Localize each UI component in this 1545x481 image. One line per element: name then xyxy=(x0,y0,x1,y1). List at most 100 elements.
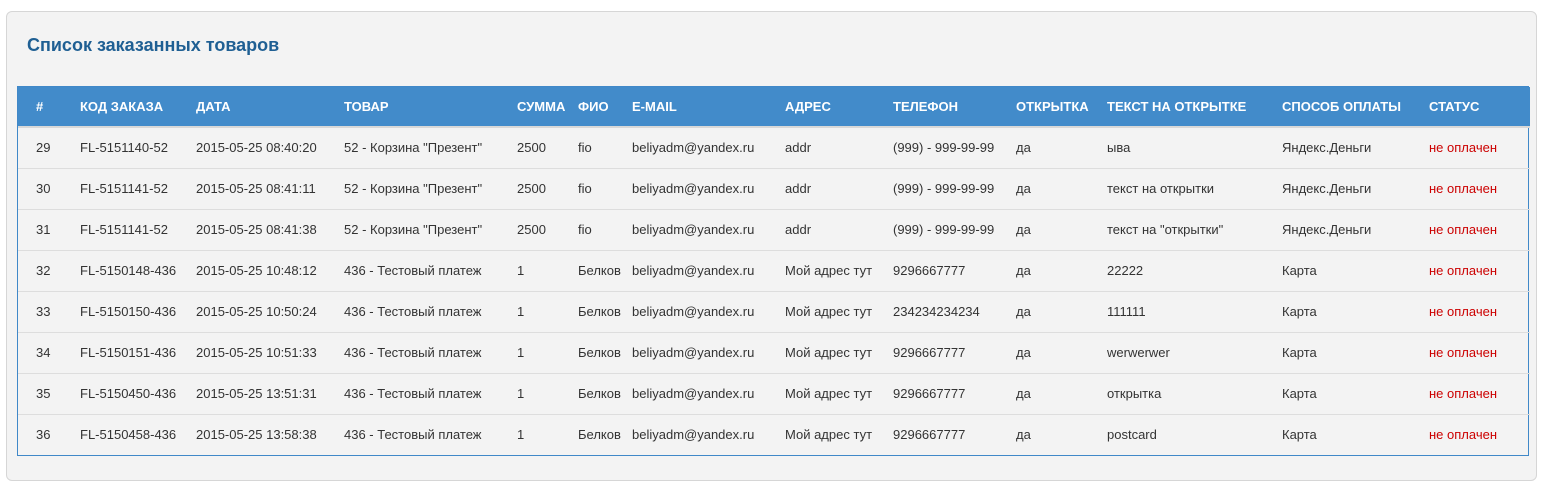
customer-email: beliyadm@yandex.ru xyxy=(632,167,785,209)
customer-address: Мой адрес тут xyxy=(785,413,893,455)
order-product: 52 - Корзина "Презент" xyxy=(344,140,483,156)
order-product: 436 - Тестовый платеж xyxy=(344,372,517,414)
payment-method: Карта xyxy=(1282,413,1429,455)
postcard-text: текст на "открытки" xyxy=(1107,208,1282,250)
status-badge: не оплачен xyxy=(1429,249,1530,291)
order-sum: 1 xyxy=(517,372,578,414)
order-date: 2015-05-25 13:51:31 xyxy=(196,372,344,414)
status-badge: не оплачен xyxy=(1429,208,1530,250)
order-date: 2015-05-25 08:41:11 xyxy=(196,167,344,209)
payment-method: Карта xyxy=(1282,249,1429,291)
table-row: 31 FL-5151141-52 2015-05-25 08:41:38 52 - К… xyxy=(18,208,1530,250)
order-code: FL-5151141-52 xyxy=(80,167,196,209)
order-product: 436 - Тестовый платеж xyxy=(344,249,517,291)
customer-phone: (999) - 999-99-99 xyxy=(893,140,995,156)
status-badge: не оплачен xyxy=(1429,290,1530,332)
customer-address: addr xyxy=(785,208,893,250)
order-date: 2015-05-25 08:41:38 xyxy=(196,208,344,250)
column-header-postcard-text: ТЕКСТ НА ОТКРЫТКЕ xyxy=(1107,87,1282,128)
order-code: FL-5150148-436 xyxy=(80,249,196,291)
order-code: FL-5151140-52 xyxy=(80,140,168,156)
customer-phone: 234234234234 xyxy=(893,290,1016,332)
customer-name: Белков xyxy=(578,372,632,414)
payment-method: Яндекс.Деньги xyxy=(1282,208,1429,250)
column-header-product: ТОВАР xyxy=(344,87,517,128)
postcard-text: 111111 xyxy=(1107,290,1282,332)
postcard-flag: да xyxy=(1016,140,1031,156)
order-number: 31 xyxy=(18,208,80,250)
order-sum: 1 xyxy=(517,290,578,332)
table-row: 35 FL-5150450-436 2015-05-25 13:51:31 436 -… xyxy=(18,372,1530,414)
column-header-sum: СУММА xyxy=(517,87,578,128)
order-number: 30 xyxy=(18,167,80,209)
table-row: 33 FL-5150150-436 2015-05-25 10:50:24 436 -… xyxy=(18,290,1530,332)
postcard-text: postcard xyxy=(1107,413,1282,455)
column-header-postcard: ОТКРЫТКА xyxy=(1016,87,1107,128)
order-date: 2015-05-25 10:48:12 xyxy=(196,249,344,291)
order-code: FL-5150150-436 xyxy=(80,290,196,332)
order-sum: 1 xyxy=(517,331,578,373)
order-sum: 2500 xyxy=(517,167,578,209)
status-badge: не оплачен xyxy=(1429,372,1530,414)
customer-name: fio xyxy=(578,140,592,156)
orders-table: # КОД ЗАКАЗА ДАТА ТОВАР СУММА ФИО E-MAIL АДРЕС Т… xyxy=(18,87,1530,455)
table-body: 29 FL-5151140-52 2015-05-25 08:40:20 52 - К… xyxy=(18,127,1530,455)
table-row: 34 FL-5150151-436 2015-05-25 10:51:33 436 -… xyxy=(18,331,1530,373)
payment-method: Карта xyxy=(1282,331,1429,373)
postcard-flag: да xyxy=(1016,249,1107,291)
order-number: 35 xyxy=(18,372,80,414)
customer-phone: 9296667777 xyxy=(893,331,1016,373)
customer-address: Мой адрес тут xyxy=(785,290,893,332)
page-title: Список заказанных товаров xyxy=(27,35,280,55)
customer-email: beliyadm@yandex.ru xyxy=(632,208,785,250)
payment-method: Карта xyxy=(1282,372,1429,414)
customer-email: beliyadm@yandex.ru xyxy=(632,290,785,332)
customer-address: addr xyxy=(785,140,812,156)
customer-address: Мой адрес тут xyxy=(785,249,893,291)
customer-email: beliyadm@yandex.ru xyxy=(632,140,755,156)
postcard-text: текст на открытки xyxy=(1107,167,1282,209)
customer-name: Белков xyxy=(578,331,632,373)
order-sum: 1 xyxy=(517,249,578,291)
customer-phone: 9296667777 xyxy=(893,372,1016,414)
customer-phone: (999) - 999-99-99 xyxy=(893,167,1016,209)
order-code: FL-5150458-436 xyxy=(80,413,196,455)
customer-email: beliyadm@yandex.ru xyxy=(632,249,785,291)
postcard-flag: да xyxy=(1016,372,1107,414)
postcard-flag: да xyxy=(1016,290,1107,332)
order-sum: 1 xyxy=(517,413,578,455)
customer-address: Мой адрес тут xyxy=(785,372,893,414)
order-product: 436 - Тестовый платеж xyxy=(344,290,517,332)
customer-email: beliyadm@yandex.ru xyxy=(632,413,785,455)
column-header-order-code: КОД ЗАКАЗА xyxy=(80,87,196,128)
order-number: 33 xyxy=(18,290,80,332)
customer-address: addr xyxy=(785,167,893,209)
column-header-status: СТАТУС xyxy=(1429,87,1530,128)
table-row: 36 FL-5150458-436 2015-05-25 13:58:38 436 -… xyxy=(18,413,1530,455)
status-badge: не оплачен xyxy=(1429,167,1530,209)
order-sum: 2500 xyxy=(517,140,546,156)
customer-name: Белков xyxy=(578,290,632,332)
order-number: 29 xyxy=(36,140,51,156)
customer-name: fio xyxy=(578,208,632,250)
postcard-flag: да xyxy=(1016,413,1107,455)
order-date: 2015-05-25 10:50:24 xyxy=(196,290,344,332)
payment-method: Яндекс.Деньги xyxy=(1282,140,1372,156)
customer-email: beliyadm@yandex.ru xyxy=(632,372,785,414)
column-header-number: # xyxy=(18,87,80,128)
postcard-text: 22222 xyxy=(1107,249,1282,291)
column-header-name: ФИО xyxy=(578,87,632,128)
column-header-address: АДРЕС xyxy=(785,87,893,128)
column-header-date: ДАТА xyxy=(196,87,344,128)
customer-phone: (999) - 999-99-99 xyxy=(893,208,1016,250)
orders-panel: Список заказанных товаров # КОД ЗАКАЗА ДАТ… xyxy=(6,11,1537,481)
customer-name: Белков xyxy=(578,413,632,455)
status-badge: не оплачен xyxy=(1429,331,1530,373)
order-product: 436 - Тестовый платеж xyxy=(344,413,517,455)
table-row: 29 FL-5151140-52 2015-05-25 08:40:20 52 - К… xyxy=(18,127,1530,168)
postcard-text: ыва xyxy=(1107,140,1131,156)
postcard-flag: да xyxy=(1016,331,1107,373)
order-number: 34 xyxy=(18,331,80,373)
customer-name: fio xyxy=(578,167,632,209)
order-product: 52 - Корзина "Презент" xyxy=(344,208,517,250)
